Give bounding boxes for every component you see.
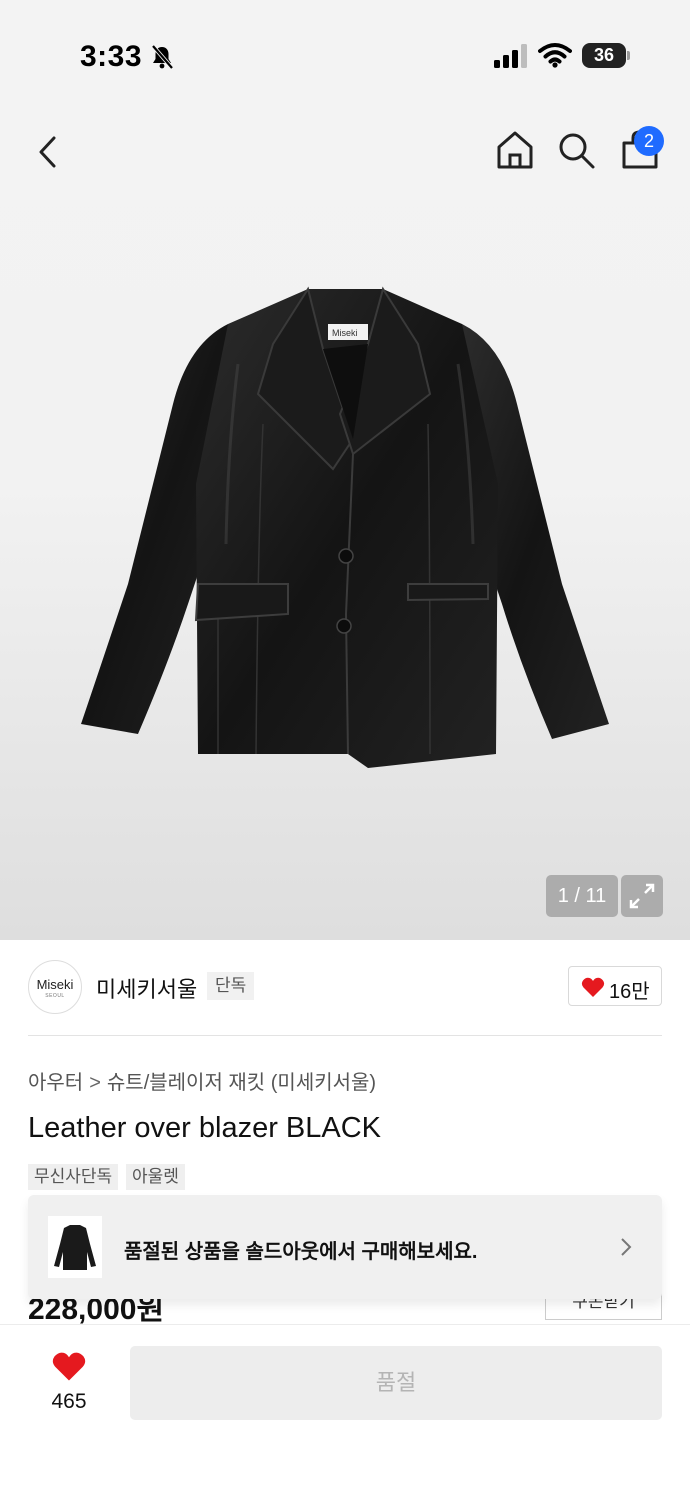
soldout-banner-text: 품절된 상품을 솔드아웃에서 구매해보세요. <box>124 1241 478 1263</box>
wishlist-count: 465 <box>51 1390 87 1413</box>
signal-icon <box>494 44 527 68</box>
brand-like-count: 16만 <box>609 981 650 1003</box>
heart-icon <box>52 1352 86 1381</box>
jacket-tag-text: Miseki <box>332 328 358 338</box>
brand-logo[interactable]: Miseki SEOUL <box>28 960 82 1014</box>
heart-icon <box>581 977 605 997</box>
soldout-product-thumbnail <box>48 1216 102 1278</box>
breadcrumb-item[interactable]: 슈트/블레이저 재킷 (미세키서울) <box>107 1072 376 1094</box>
product-chip-exclusive: 무신사단독 <box>28 1164 119 1190</box>
product-title: Leather over blazer BLACK <box>28 1112 382 1144</box>
image-counter: 1 / 11 <box>546 875 618 917</box>
status-time: 3:33 <box>80 40 143 73</box>
brand-logo-subtext: SEOUL <box>45 993 65 999</box>
battery-icon: 36 <box>582 43 630 68</box>
bell-slash-icon <box>151 44 174 70</box>
brand-like-button[interactable]: 16만 <box>568 966 662 1006</box>
soldout-button[interactable]: 품절 <box>130 1346 662 1420</box>
brand-exclusive-tag: 단독 <box>207 972 255 1000</box>
brand-logo-text: Miseki <box>36 977 74 992</box>
wishlist-button[interactable]: 465 <box>40 1350 98 1414</box>
divider <box>28 1035 662 1036</box>
soldout-banner[interactable]: 품절된 상품을 솔드아웃에서 구매해보세요. <box>28 1195 662 1299</box>
status-bar: 3:33 36 <box>0 0 690 110</box>
product-chip-outlet: 아울렛 <box>126 1164 185 1190</box>
wifi-icon <box>538 43 572 68</box>
chevron-left-icon[interactable] <box>30 130 66 174</box>
breadcrumb-item[interactable]: 아우터 <box>28 1072 83 1094</box>
breadcrumb-separator: > <box>89 1072 101 1094</box>
product-photo: Miseki <box>81 286 609 768</box>
cart-count-badge: 2 <box>634 126 664 156</box>
chevron-right-icon <box>621 1238 632 1256</box>
brand-name[interactable]: 미세키서울 <box>96 972 197 1004</box>
battery-cap <box>627 51 630 60</box>
expand-icon[interactable] <box>621 875 663 917</box>
battery-level: 36 <box>582 43 626 68</box>
home-icon[interactable] <box>494 128 536 172</box>
breadcrumb: 아우터 > 슈트/블레이저 재킷 (미세키서울) <box>28 1066 376 1095</box>
search-icon[interactable] <box>556 130 596 170</box>
